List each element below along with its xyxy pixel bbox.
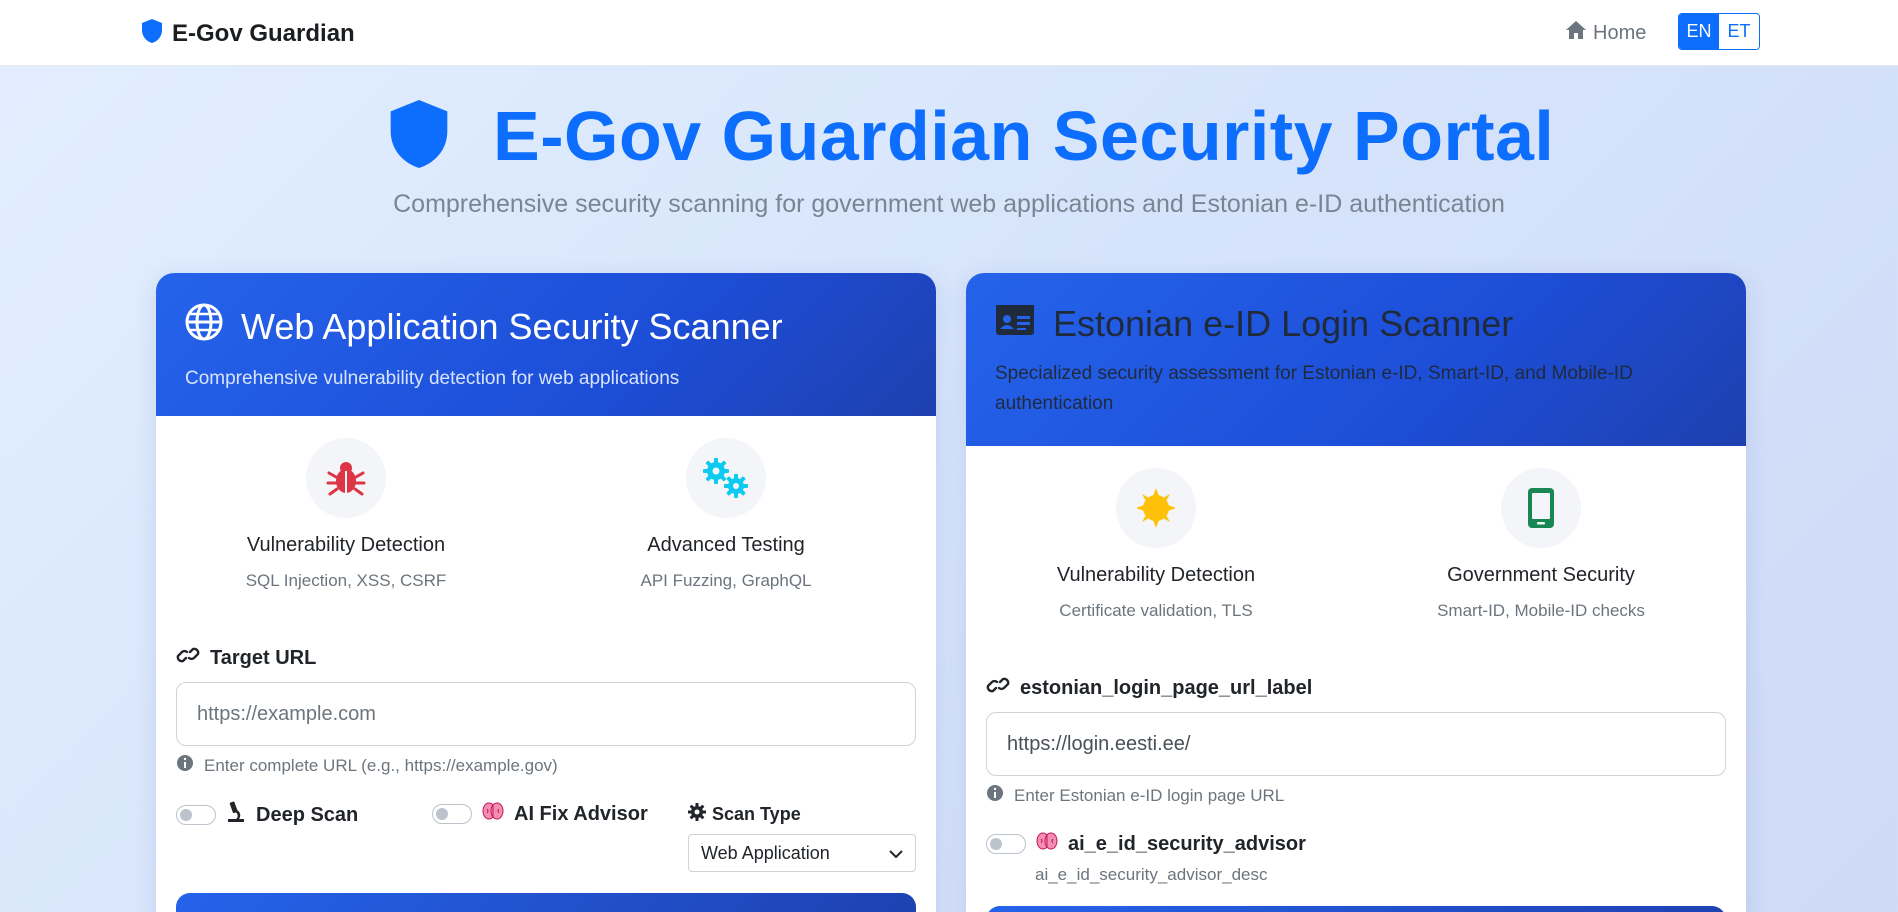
eid-advisor-label: ai_e_id_security_advisor: [1068, 832, 1306, 855]
web-scanner-title: Web Application Security Scanner: [241, 305, 783, 347]
nav-home-link[interactable]: Home: [1565, 20, 1646, 46]
feature-desc: SQL Injection, XSS, CSRF: [245, 571, 447, 590]
start-eid-scan-button[interactable]: [986, 906, 1726, 912]
navbar: E-Gov Guardian Home EN ET: [0, 0, 1898, 66]
feature-desc: API Fuzzing, GraphQL: [640, 571, 812, 590]
info-icon: [986, 784, 1004, 807]
login-url-label-text: estonian_login_page_url_label: [1020, 676, 1313, 699]
eid-scanner-header: Estonian e-ID Login Scanner Specialized …: [966, 273, 1746, 446]
deep-scan-label: Deep Scan: [256, 803, 359, 826]
feature-desc: Certificate validation, TLS: [1059, 601, 1253, 620]
link-icon: [176, 645, 200, 671]
cogs-icon: [686, 438, 766, 518]
ai-fix-advisor-toggle[interactable]: AI Fix Advisor: [432, 801, 648, 827]
home-label: Home: [1593, 21, 1647, 44]
scan-type-value: Web Application: [701, 842, 830, 863]
certificate-icon: [1116, 468, 1196, 548]
web-scanner-features: Vulnerability Detection SQL Injection, X…: [156, 416, 936, 606]
page-subtitle: Comprehensive security scanning for gove…: [393, 190, 1505, 218]
web-scanner-header: Web Application Security Scanner Compreh…: [156, 273, 936, 416]
start-scan-button[interactable]: [176, 893, 916, 912]
shield-icon: [385, 97, 453, 176]
scan-type-select[interactable]: Web Application: [688, 834, 916, 872]
brain-icon: [482, 801, 504, 827]
feature-vulnerability-detection: Vulnerability Detection Certificate vali…: [966, 468, 1346, 621]
gear-icon: [688, 803, 706, 826]
feature-vulnerability-detection: Vulnerability Detection SQL Injection, X…: [156, 438, 536, 591]
eid-scanner-title: Estonian e-ID Login Scanner: [1053, 303, 1514, 344]
login-url-label: estonian_login_page_url_label: [986, 675, 1312, 701]
brand[interactable]: E-Gov Guardian: [140, 18, 355, 49]
mobile-icon: [1501, 468, 1581, 548]
eid-advisor-toggle[interactable]: ai_e_id_security_advisor: [986, 831, 1306, 857]
globe-icon: [185, 303, 223, 350]
bug-icon: [306, 438, 386, 518]
microscope-icon: [226, 801, 246, 829]
feature-title: Vulnerability Detection: [246, 534, 446, 556]
eid-scanner-card: Estonian e-ID Login Scanner Specialized …: [966, 273, 1746, 912]
deep-scan-toggle[interactable]: Deep Scan: [176, 801, 358, 829]
feature-title: Advanced Testing: [647, 534, 805, 556]
login-url-input[interactable]: [986, 712, 1726, 776]
eid-scanner-features: Vulnerability Detection Certificate vali…: [966, 446, 1746, 636]
language-switcher: EN ET: [1678, 13, 1760, 50]
deep-scan-switch[interactable]: [176, 805, 216, 825]
eid-scanner-subtitle: Specialized security assessment for Esto…: [995, 363, 1633, 414]
id-card-icon: [995, 303, 1035, 345]
brand-name: E-Gov Guardian: [172, 19, 355, 47]
eid-advisor-switch[interactable]: [986, 834, 1026, 854]
lang-et-button[interactable]: ET: [1719, 14, 1759, 49]
feature-title: Vulnerability Detection: [1056, 564, 1256, 586]
target-url-input[interactable]: [176, 682, 916, 746]
web-scanner-subtitle: Comprehensive vulnerability detection fo…: [185, 368, 680, 389]
eid-advisor-desc: ai_e_id_security_advisor_desc: [1035, 865, 1268, 884]
target-url-label: Target URL: [176, 645, 316, 671]
scan-type-label: Scan Type: [688, 803, 801, 826]
target-url-help-text: Enter complete URL (e.g., https://exampl…: [204, 755, 558, 775]
target-url-help: Enter complete URL (e.g., https://exampl…: [176, 754, 558, 777]
feature-government-security: Government Security Smart-ID, Mobile-ID …: [1351, 468, 1731, 621]
info-icon: [176, 754, 194, 777]
link-icon: [986, 675, 1010, 701]
login-url-help-text: Enter Estonian e-ID login page URL: [1014, 785, 1285, 805]
feature-advanced-testing: Advanced Testing API Fuzzing, GraphQL: [536, 438, 916, 591]
ai-fix-advisor-label: AI Fix Advisor: [514, 802, 648, 825]
feature-desc: Smart-ID, Mobile-ID checks: [1437, 601, 1645, 620]
brain-icon: [1036, 831, 1058, 857]
login-url-help: Enter Estonian e-ID login page URL: [986, 784, 1284, 807]
hero-heading: E-Gov Guardian Security Portal: [385, 96, 1554, 176]
page-title: E-Gov Guardian Security Portal: [493, 97, 1555, 175]
web-scanner-card: Web Application Security Scanner Compreh…: [156, 273, 936, 912]
scan-type-label-text: Scan Type: [712, 804, 801, 824]
ai-fix-advisor-switch[interactable]: [432, 804, 472, 824]
lang-en-button[interactable]: EN: [1679, 14, 1719, 49]
feature-title: Government Security: [1447, 564, 1635, 586]
shield-icon: [140, 18, 164, 49]
home-icon: [1565, 20, 1587, 46]
chevron-down-icon: [889, 843, 903, 864]
target-url-label-text: Target URL: [210, 646, 317, 669]
